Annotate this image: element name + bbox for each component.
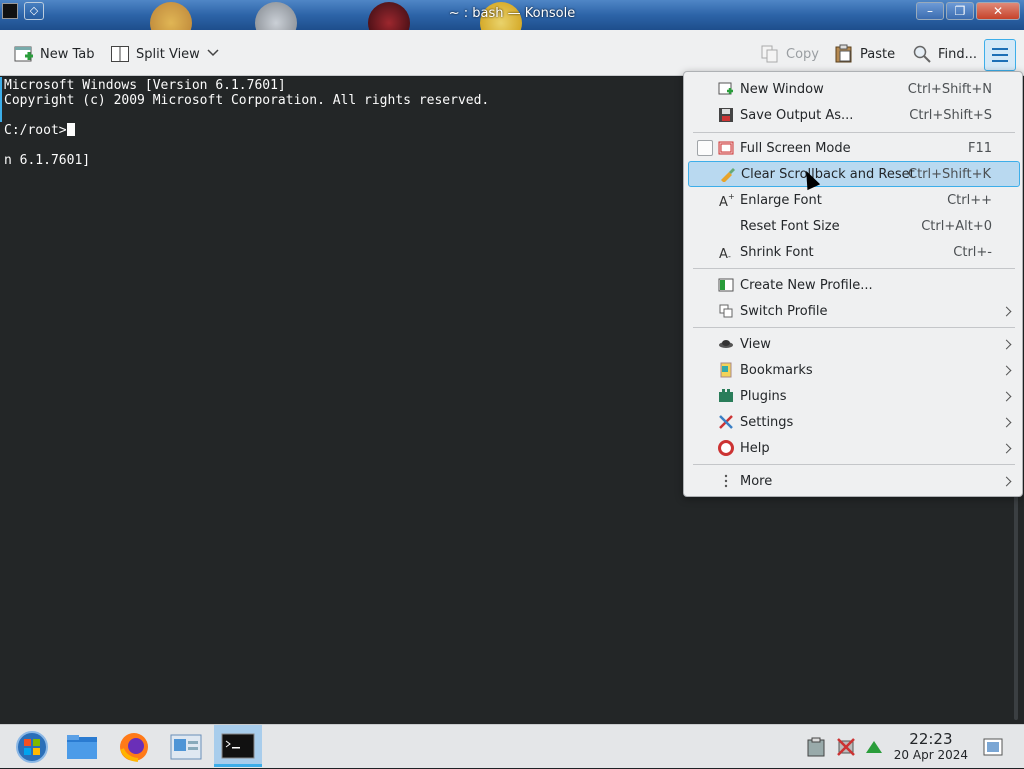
- menu-item-help[interactable]: Help: [688, 435, 1020, 461]
- taskbar: 22:23 20 Apr 2024: [0, 724, 1024, 768]
- new-tab-icon: [14, 44, 34, 64]
- find-label: Find...: [938, 46, 978, 62]
- help-icon: [718, 440, 734, 456]
- menu-item-full-screen[interactable]: Full Screen Mode F11: [688, 135, 1020, 161]
- window-title: ~ : bash — Konsole: [448, 6, 576, 21]
- updates-icon[interactable]: [864, 737, 884, 757]
- menu-separator: [693, 132, 1015, 133]
- close-button[interactable]: ✕: [976, 2, 1020, 20]
- menu-separator: [693, 268, 1015, 269]
- window-titlebar[interactable]: ◇ ~ : bash — Konsole – ❐ ✕: [0, 0, 1024, 30]
- copy-button[interactable]: Copy: [760, 42, 819, 66]
- system-clock[interactable]: 22:23 20 Apr 2024: [893, 730, 968, 763]
- file-manager-icon[interactable]: [64, 729, 100, 765]
- menu-item-shrink-font[interactable]: A- Shrink Font Ctrl+-: [688, 239, 1020, 265]
- paste-icon: [834, 44, 854, 64]
- maximize-button[interactable]: ❐: [946, 2, 974, 20]
- search-icon: [912, 44, 932, 64]
- svg-text:A: A: [719, 247, 728, 260]
- clear-icon: [719, 166, 735, 183]
- chevron-right-icon: [1001, 339, 1012, 349]
- terminal-focus-marker: [0, 77, 2, 122]
- menu-item-settings[interactable]: Settings: [688, 409, 1020, 435]
- chevron-right-icon: [1001, 365, 1012, 375]
- menu-item-plugins[interactable]: Plugins: [688, 383, 1020, 409]
- svg-text:+: +: [728, 192, 734, 201]
- hamburger-menu: New Window Ctrl+Shift+N Save Output As..…: [683, 71, 1023, 497]
- start-icon[interactable]: [14, 729, 50, 765]
- terminal-prompt: C:/root>: [4, 123, 67, 138]
- paste-button[interactable]: Paste: [834, 42, 895, 66]
- split-view-icon: [110, 44, 130, 64]
- shrink-font-icon: A-: [718, 244, 734, 262]
- menu-item-clear-scrollback[interactable]: Clear Scrollback and Reset Ctrl+Shift+K: [688, 161, 1020, 187]
- menu-item-more[interactable]: More: [688, 468, 1020, 494]
- clock-date: 20 Apr 2024: [893, 748, 968, 762]
- new-tab-label: New Tab: [40, 46, 95, 62]
- menu-item-new-window[interactable]: New Window Ctrl+Shift+N: [688, 76, 1020, 102]
- view-icon: [718, 336, 734, 352]
- menu-item-save-output[interactable]: Save Output As... Ctrl+Shift+S: [688, 102, 1020, 128]
- save-icon: [718, 107, 734, 123]
- copy-icon: [760, 44, 780, 64]
- find-button[interactable]: Find...: [912, 42, 977, 66]
- main-toolbar: New Tab Split View Copy Paste Find...: [0, 30, 1024, 76]
- menu-item-reset-font-size[interactable]: Reset Font Size Ctrl+Alt+0: [688, 213, 1020, 239]
- clock-time: 22:23: [909, 730, 953, 748]
- network-disconnected-icon[interactable]: [836, 737, 856, 757]
- show-desktop-icon[interactable]: [982, 736, 1004, 758]
- switch-profile-icon: [718, 303, 734, 319]
- settings-icon: [718, 414, 734, 430]
- svg-text:A: A: [719, 195, 728, 208]
- copy-label: Copy: [786, 46, 819, 62]
- new-tab-button[interactable]: New Tab: [14, 42, 95, 66]
- menu-item-bookmarks[interactable]: Bookmarks: [688, 357, 1020, 383]
- chevron-right-icon: [1001, 443, 1012, 453]
- firefox-icon[interactable]: [116, 729, 152, 765]
- chevron-right-icon: [1001, 417, 1012, 427]
- konsole-icon[interactable]: [214, 725, 262, 767]
- enlarge-font-icon: A +: [718, 192, 735, 210]
- bookmarks-icon: [718, 362, 734, 378]
- new-profile-icon: [718, 277, 734, 293]
- split-view-label: Split View: [136, 46, 200, 62]
- menu-item-switch-profile[interactable]: Switch Profile: [688, 298, 1020, 324]
- chevron-down-icon[interactable]: [206, 47, 220, 62]
- hamburger-menu-button[interactable]: [984, 39, 1016, 71]
- menu-item-enlarge-font[interactable]: A + Enlarge Font Ctrl++: [688, 187, 1020, 213]
- split-view-button[interactable]: Split View: [110, 42, 220, 66]
- svg-text:-: -: [728, 252, 731, 260]
- minimize-button[interactable]: –: [916, 2, 944, 20]
- menu-separator: [693, 327, 1015, 328]
- menu-separator: [693, 464, 1015, 465]
- full-screen-checkbox[interactable]: [697, 140, 713, 156]
- plugins-icon: [718, 388, 734, 404]
- more-icon: [718, 473, 734, 489]
- fullscreen-icon: [718, 140, 734, 156]
- new-window-icon: [718, 81, 734, 97]
- clipboard-icon[interactable]: [806, 737, 826, 757]
- chevron-right-icon: [1001, 476, 1012, 486]
- menu-item-view[interactable]: View: [688, 331, 1020, 357]
- chevron-right-icon: [1001, 391, 1012, 401]
- control-panel-icon[interactable]: [168, 729, 204, 765]
- window-controls: – ❐ ✕: [916, 2, 1020, 20]
- menu-item-create-profile[interactable]: Create New Profile...: [688, 272, 1020, 298]
- chevron-right-icon: [1001, 306, 1012, 316]
- terminal-cursor: [66, 123, 75, 136]
- paste-label: Paste: [860, 46, 896, 62]
